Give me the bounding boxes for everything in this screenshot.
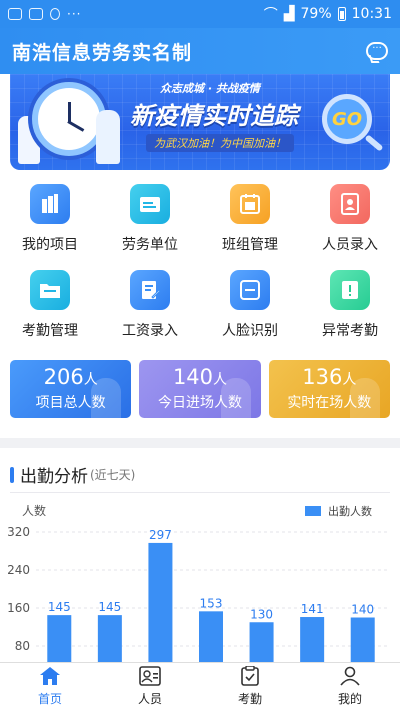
bar-value-label: 297 [149,528,172,542]
menu-item-face-recognition[interactable]: 人脸识别 [200,270,300,356]
menu-item-abnormal-attendance[interactable]: 异常考勤 [300,270,400,356]
menu-item-team-management[interactable]: 班组管理 [200,184,300,270]
id-card-icon [139,666,161,686]
image-notification-icon [29,8,43,20]
tab-label: 我的 [337,692,362,706]
more-notifications-icon: ··· [67,7,82,21]
bar-value-label: 141 [301,602,324,616]
alert-doc-icon [330,270,370,310]
attendance-bar-chart: 人数 出勤人数 80 160 240 320 145 145 297 153 130 141 140 [7,503,390,662]
banner[interactable]: 众志成城 · 共战疫情 新疫情实时追踪 为武汉加油！为中国加油！ GO [10,74,390,170]
stat-value: 136 [302,365,343,389]
menu-label: 考勤管理 [22,323,78,339]
menu-row: 考勤管理 工资录入 人脸识别 异常考勤 [0,270,400,356]
doctor-illustration [96,110,120,164]
bar [199,611,223,662]
menu-item-labor-units[interactable]: 劳务单位 [100,184,200,270]
stat-card-on-site[interactable]: 136人 实时在场人数 [268,360,390,418]
stat-card-entered-today[interactable]: 140人 今日进场人数 [139,360,261,418]
tab-label: 人员 [137,692,162,706]
status-bar: ··· ⌒ ▟ 79% 10:31 [0,0,400,28]
section-subtitle: (近七天) [90,468,136,482]
section-divider [0,438,400,448]
signal-icon: ▟ [283,6,295,22]
bar-value-label: 153 [200,596,223,610]
worker-silhouette-icon [220,378,251,418]
scan-icon [230,270,270,310]
calendar-icon [230,184,270,224]
clock-illustration [32,82,106,156]
menu-item-personnel-entry[interactable]: 人员录入 [300,184,400,270]
worker-silhouette-icon [349,378,380,418]
bar-value-label: 145 [48,600,71,614]
menu-item-my-projects[interactable]: 我的项目 [0,184,100,270]
tab-personnel[interactable]: 人员 [100,663,200,710]
bar [148,542,173,662]
stat-value: 140 [172,365,214,389]
home-icon [40,667,60,685]
y-axis-title: 人数 [22,503,46,518]
menu-item-attendance-management[interactable]: 考勤管理 [0,270,100,356]
banner-title: 新疫情实时追踪 [130,102,298,130]
menu-label: 工资录入 [122,323,178,339]
legend-label: 出勤人数 [328,504,372,518]
bottom-tab-bar: 首页 人员 考勤 我的 [0,662,400,710]
menu-label: 人员录入 [322,237,378,253]
drop-icon [50,8,60,20]
menu-label: 我的项目 [22,237,78,253]
menu-label: 异常考勤 [322,323,378,339]
y-tick-label: 320 [7,525,30,539]
menu-item-salary-entry[interactable]: 工资录入 [100,270,200,356]
section-accent-bar [10,466,14,483]
folder-icon [30,270,70,310]
menu-row: 我的项目 劳务单位 班组管理 人员录入 [0,184,400,270]
app-bar: 南浩信息劳务实名制 ··· [0,28,400,74]
tab-mine[interactable]: 我的 [300,663,400,710]
tab-label: 考勤 [237,692,262,706]
stats-cards: 206人 项目总人数 140人 今日进场人数 136人 实时在场人数 [10,360,390,418]
user-card-icon [330,184,370,224]
app-title: 南浩信息劳务实名制 [12,41,193,64]
y-tick-label: 80 [15,639,30,653]
edit-doc-icon [130,270,170,310]
tab-home[interactable]: 首页 [0,663,100,710]
stat-card-total[interactable]: 206人 项目总人数 [10,360,132,418]
building-icon [30,184,70,224]
card-icon [130,184,170,224]
attendance-section-header: 出勤分析 (近七天) [10,462,135,487]
clipboard-check-icon [241,666,259,686]
bar-value-label: 145 [98,600,121,614]
menu-label: 班组管理 [222,237,278,253]
bar [249,622,274,662]
notification-icon [8,8,22,20]
bar-value-label: 140 [351,603,374,617]
legend-swatch [305,506,321,516]
tab-label: 首页 [37,692,62,706]
banner-subtitle: 为武汉加油！为中国加油！ [146,134,294,152]
wifi-icon: ⌒ [263,7,278,23]
user-icon [340,666,360,686]
bar-value-label: 130 [250,607,273,621]
y-tick-label: 160 [7,601,30,615]
worker-silhouette-icon [91,378,122,418]
bar [350,617,375,662]
bar [47,615,72,662]
bar [300,617,325,662]
stat-value: 206 [43,365,84,389]
message-icon[interactable]: ··· [366,42,388,60]
section-title: 出勤分析 [20,467,88,487]
magnifier-go-icon: GO [322,94,372,144]
bar [97,615,122,662]
battery-icon [337,7,346,21]
y-tick-label: 240 [7,563,30,577]
battery-percent: 79% [300,6,332,22]
menu-label: 劳务单位 [122,237,178,253]
tab-attendance[interactable]: 考勤 [200,663,300,710]
menu-label: 人脸识别 [222,323,278,339]
section-rule [10,492,390,493]
banner-slogan: 众志成城 · 共战疫情 [160,82,260,95]
function-menu: 我的项目 劳务单位 班组管理 人员录入 考勤管理 工资录入 人脸识别 异常考勤 [0,184,400,356]
clock-time: 10:31 [351,6,392,22]
